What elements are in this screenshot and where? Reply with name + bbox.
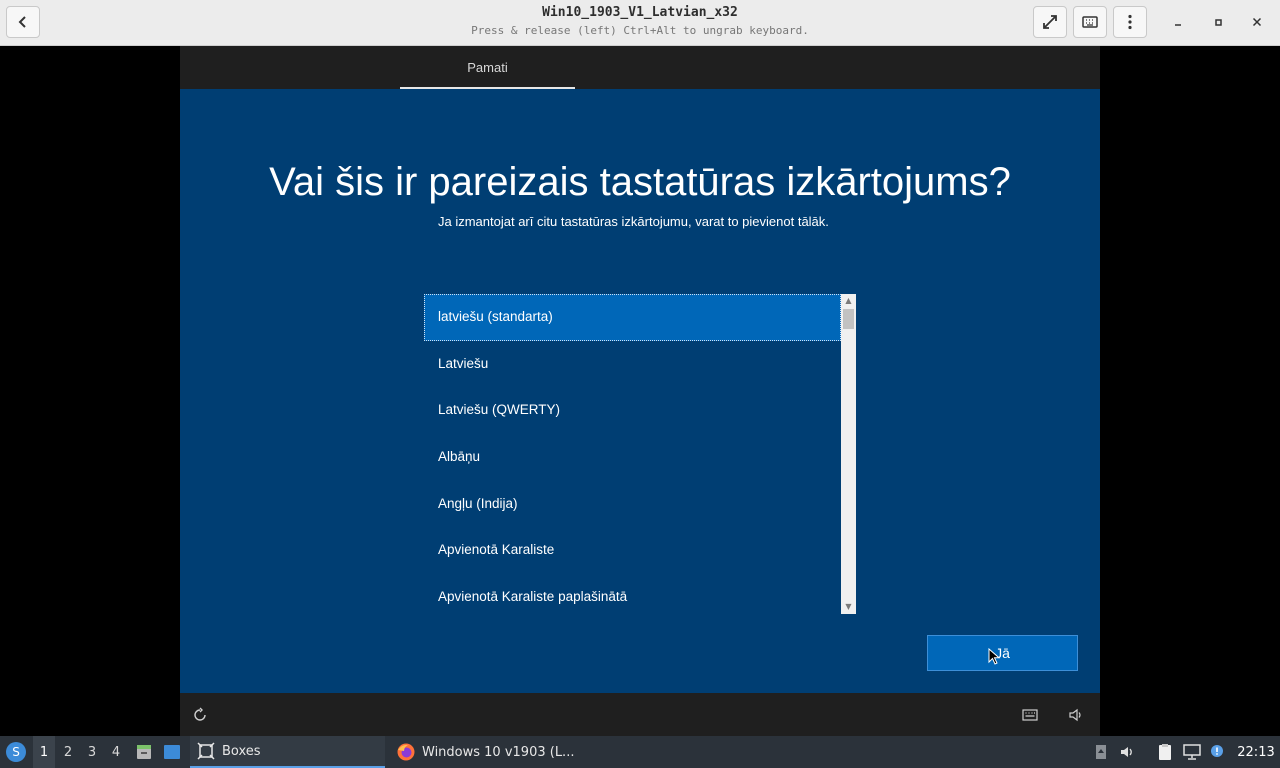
host-taskbar: S 1 2 3 4 Boxes Windows 10 v1903 (L... 2… (0, 736, 1280, 768)
windows-setup-screen: Pamati Vai šis ir pareizais tastatūras i… (180, 46, 1100, 736)
vertical-dots-icon (1128, 14, 1132, 30)
page-title: Vai šis ir pareizais tastatūras izkārtoj… (269, 160, 1011, 204)
minimize-button[interactable] (1168, 12, 1188, 32)
keyboard-layout-list[interactable]: latviešu (standarta) Latviešu Latviešu (… (424, 294, 856, 614)
mouse-cursor-icon (988, 648, 1001, 665)
list-item[interactable]: Angļu (Indija) (424, 481, 841, 528)
maximize-icon (1215, 19, 1222, 26)
clipboard-tray-button[interactable] (1154, 736, 1176, 768)
ease-of-access-button[interactable] (190, 705, 210, 725)
start-menu-button[interactable]: S (4, 736, 28, 768)
boxes-headerbar: Win10_1903_V1_Latvian_x32 Press & releas… (0, 0, 1280, 46)
close-icon (1252, 17, 1262, 27)
taskbar-item-firefox[interactable]: Windows 10 v1903 (L... (392, 736, 592, 768)
taskbar-item-boxes[interactable]: Boxes (190, 736, 385, 768)
maximize-button[interactable] (1208, 12, 1228, 32)
page-subtitle: Ja izmantojat arī citu tastatūras izkārt… (438, 214, 829, 229)
list-scrollbar[interactable]: ▲ ▼ (841, 294, 856, 614)
scroll-thumb[interactable] (843, 309, 854, 329)
keyboard-icon (1082, 16, 1098, 28)
network-tray-button[interactable] (1181, 736, 1203, 768)
arrow-up-icon (1096, 745, 1106, 759)
ungrab-hint: Press & release (left) Ctrl+Alt to ungra… (471, 24, 809, 37)
list-item-selected[interactable]: latviešu (standarta) (424, 294, 841, 341)
menu-button[interactable] (1113, 6, 1147, 38)
taskbar-item-label: Windows 10 v1903 (L... (422, 744, 575, 760)
list-item[interactable]: Apvienotā Karaliste (424, 527, 841, 574)
tab-basics: Pamati (400, 46, 575, 89)
close-button[interactable] (1247, 12, 1267, 32)
clock[interactable]: 22:13 (1236, 736, 1276, 768)
workspace-2[interactable]: 2 (57, 736, 79, 768)
scroll-down-arrow-icon[interactable]: ▼ (841, 600, 856, 614)
list-item[interactable]: Albāņu (424, 434, 841, 481)
distro-logo-icon: S (6, 742, 26, 762)
send-keys-button[interactable] (1073, 6, 1107, 38)
setup-top-bar: Pamati (180, 46, 1100, 89)
keyboard-icon (1022, 709, 1038, 721)
boxes-app-icon (196, 741, 216, 761)
volume-button[interactable] (1066, 705, 1086, 725)
workspace-1[interactable]: 1 (33, 736, 55, 768)
tray-notifications-button[interactable] (1090, 736, 1112, 768)
back-button[interactable] (6, 6, 40, 38)
show-desktop-button[interactable] (162, 736, 182, 768)
speaker-icon (1069, 708, 1081, 722)
minimize-icon (1175, 24, 1181, 26)
list-item[interactable]: Apvienotā Karaliste paplašinātā (424, 574, 841, 614)
expand-icon (1043, 15, 1057, 29)
updates-tray-button[interactable] (1206, 736, 1228, 768)
layout-items: latviešu (standarta) Latviešu Latviešu (… (424, 294, 841, 614)
yes-button[interactable]: Jā (927, 635, 1078, 671)
keyboard-button[interactable] (1020, 705, 1040, 725)
vm-title: Win10_1903_V1_Latvian_x32 (542, 5, 738, 20)
taskbar-item-label: Boxes (222, 743, 261, 759)
file-manager-launcher[interactable] (134, 736, 154, 768)
speaker-icon (1121, 747, 1132, 757)
list-item[interactable]: Latviešu (424, 341, 841, 388)
update-alert-icon (1211, 745, 1223, 757)
desktop-icon (164, 745, 180, 759)
vm-display[interactable]: Pamati Vai šis ir pareizais tastatūras i… (0, 46, 1280, 736)
scroll-up-arrow-icon[interactable]: ▲ (841, 294, 856, 308)
clipboard-icon (1159, 744, 1171, 760)
file-cabinet-icon (137, 745, 151, 759)
chevron-left-icon (18, 16, 26, 28)
ease-of-access-icon (194, 707, 206, 721)
firefox-icon (396, 742, 416, 762)
setup-bottom-bar (180, 693, 1100, 736)
fullscreen-button[interactable] (1033, 6, 1067, 38)
volume-tray-button[interactable] (1116, 736, 1138, 768)
workspace-3[interactable]: 3 (81, 736, 103, 768)
list-item[interactable]: Latviešu (QWERTY) (424, 387, 841, 434)
workspace-4[interactable]: 4 (105, 736, 127, 768)
network-icon (1183, 744, 1201, 760)
